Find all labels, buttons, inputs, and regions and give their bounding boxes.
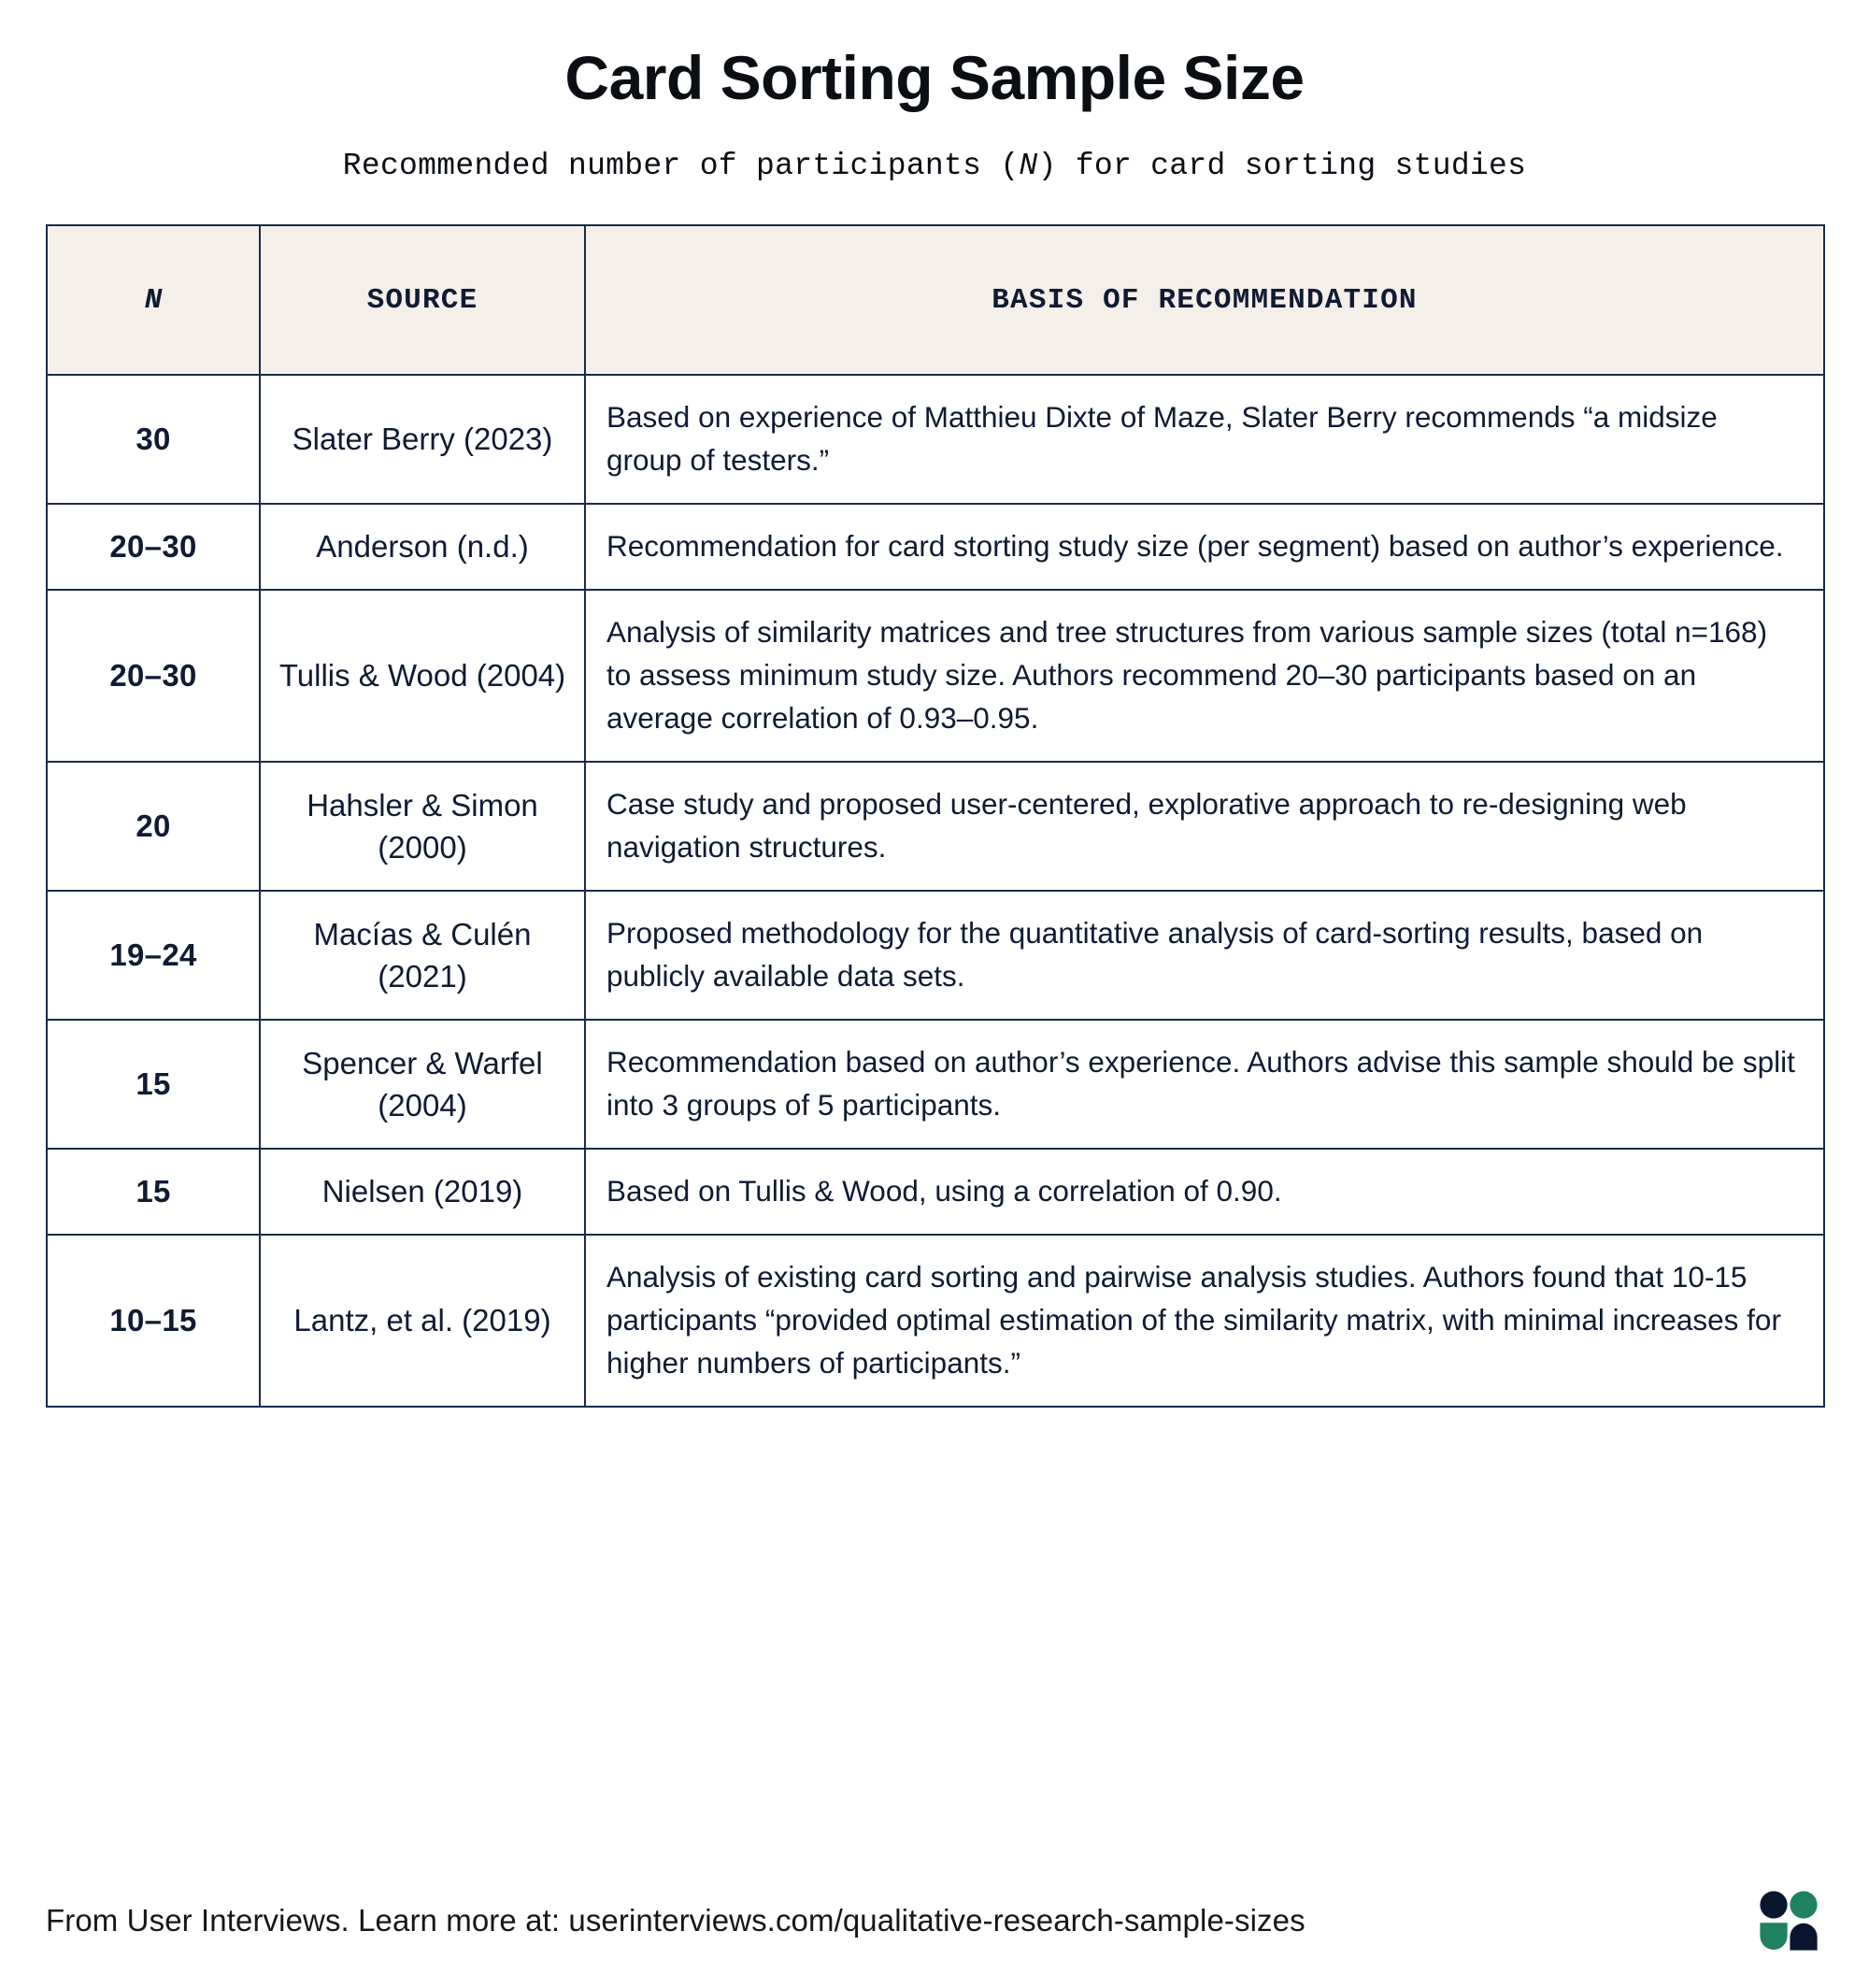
table-row: 30 Slater Berry (2023) Based on experience… — [46, 374, 1825, 506]
cell-source: Tullis & Wood (2004) — [259, 589, 586, 764]
cell-sample-size: 20–30 — [46, 589, 261, 764]
table-row: 15 Nielsen (2019) Based on Tullis & Wood, … — [46, 1148, 1825, 1237]
infographic-page: Card Sorting Sample Size Recommended num… — [0, 0, 1869, 1988]
footer-attribution: From User Interviews. Learn more at: use… — [46, 1903, 1305, 1938]
cell-sample-size: 30 — [46, 374, 261, 506]
table-row: 20 Hahsler & Simon (2000) Case study and p… — [46, 761, 1825, 893]
cell-source: Anderson (n.d.) — [259, 503, 586, 592]
cell-basis-of-recommendation: Based on experience of Matthieu Dixte of… — [584, 374, 1825, 506]
cell-sample-size: 20 — [46, 761, 261, 893]
cell-sample-size: 10–15 — [46, 1234, 261, 1409]
table-body: 30 Slater Berry (2023) Based on experience… — [46, 374, 1825, 1409]
cell-sample-size: 19–24 — [46, 890, 261, 1022]
user-interviews-logo-icon — [1760, 1891, 1818, 1951]
table-header: N SOURCE BASIS OF RECOMMENDATION — [46, 224, 1825, 377]
header: Card Sorting Sample Size Recommended num… — [0, 0, 1869, 183]
column-header-n: N — [46, 224, 261, 377]
subtitle-prefix: Recommended number of participants ( — [342, 149, 1020, 184]
sample-size-table: N SOURCE BASIS OF RECOMMENDATION 30 Slate… — [46, 224, 1825, 1409]
table-container: N SOURCE BASIS OF RECOMMENDATION 30 Slate… — [46, 224, 1825, 1409]
table-row: 10–15 Lantz, et al. (2019) Analysis of exi… — [46, 1234, 1825, 1409]
cell-basis-of-recommendation: Recommendation for card storting study s… — [584, 503, 1825, 592]
table-header-row: N SOURCE BASIS OF RECOMMENDATION — [46, 224, 1825, 377]
cell-basis-of-recommendation: Analysis of existing card sorting and pa… — [584, 1234, 1825, 1409]
cell-sample-size: 20–30 — [46, 503, 261, 592]
subtitle-n-symbol: N — [1019, 149, 1038, 184]
table-row: 20–30 Tullis & Wood (2004) Analysis of sim… — [46, 589, 1825, 764]
cell-basis-of-recommendation: Recommendation based on author’s experie… — [584, 1019, 1825, 1151]
column-header-basis: BASIS OF RECOMMENDATION — [584, 224, 1825, 377]
page-title: Card Sorting Sample Size — [564, 43, 1305, 112]
page-subtitle: Recommended number of participants (N) f… — [0, 111, 1869, 183]
cell-sample-size: 15 — [46, 1148, 261, 1237]
table-row: 20–30 Anderson (n.d.) Recommendation for c… — [46, 503, 1825, 592]
subtitle-suffix: ) for card sorting studies — [1037, 149, 1527, 184]
cell-source: Slater Berry (2023) — [259, 374, 586, 506]
cell-basis-of-recommendation: Proposed methodology for the quantitativ… — [584, 890, 1825, 1022]
cell-basis-of-recommendation: Based on Tullis & Wood, using a correlat… — [584, 1148, 1825, 1237]
cell-source: Lantz, et al. (2019) — [259, 1234, 586, 1409]
cell-basis-of-recommendation: Case study and proposed user-centered, e… — [584, 761, 1825, 893]
cell-source: Nielsen (2019) — [259, 1148, 586, 1237]
table-row: 15 Spencer & Warfel (2004) Recommendation … — [46, 1019, 1825, 1151]
cell-source: Macías & Culén (2021) — [259, 890, 586, 1022]
cell-basis-of-recommendation: Analysis of similarity matrices and tree… — [584, 589, 1825, 764]
column-header-source: SOURCE — [259, 224, 586, 377]
cell-source: Hahsler & Simon (2000) — [259, 761, 586, 893]
cell-sample-size: 15 — [46, 1019, 261, 1151]
footer: From User Interviews. Learn more at: use… — [46, 1891, 1823, 1951]
table-row: 19–24 Macías & Culén (2021) Proposed metho… — [46, 890, 1825, 1022]
cell-source: Spencer & Warfel (2004) — [259, 1019, 586, 1151]
